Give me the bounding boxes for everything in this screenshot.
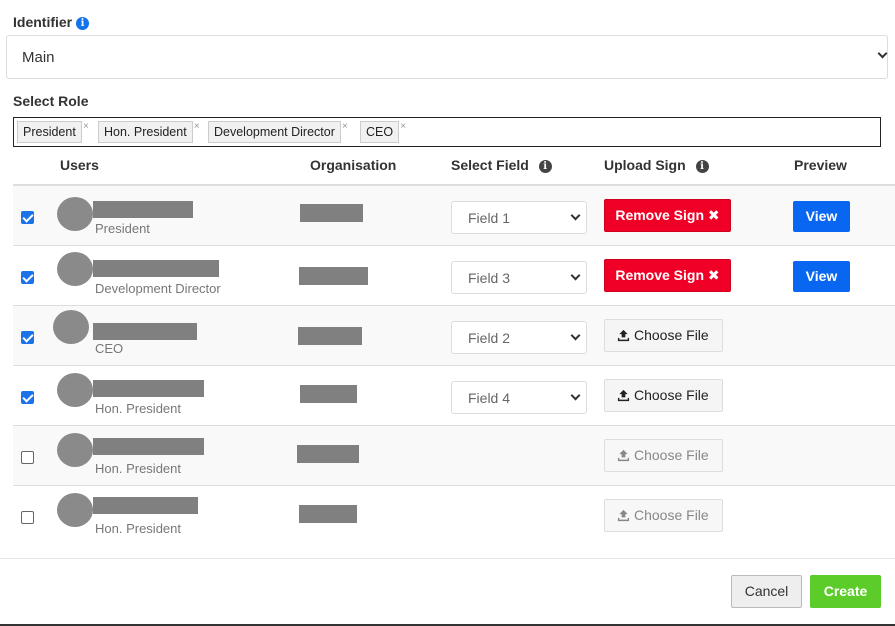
avatar	[57, 197, 93, 231]
upload-icon	[617, 449, 630, 462]
upload-icon	[617, 329, 630, 342]
header-organisation: Organisation	[310, 157, 397, 173]
role-tag[interactable]: Development Director ×	[208, 121, 348, 143]
field-select[interactable]: Field 2	[451, 321, 587, 354]
user-role: CEO	[95, 341, 124, 356]
table-row: Development Director Field 3 Remove Sign…	[13, 245, 895, 305]
create-button[interactable]: Create	[810, 575, 881, 608]
user-role: Hon. President	[95, 461, 181, 476]
user-role: Development Director	[95, 281, 221, 296]
row-checkbox[interactable]	[21, 211, 34, 224]
remove-sign-button[interactable]: Remove Sign ✖	[604, 199, 731, 232]
organisation-redacted	[299, 505, 357, 523]
upload-icon	[617, 509, 630, 522]
row-checkbox[interactable]	[21, 271, 34, 284]
chevron-down-icon	[570, 270, 581, 281]
info-icon[interactable]: i	[695, 160, 709, 173]
role-multiselect[interactable]: President × Hon. President × Development…	[13, 117, 881, 147]
cancel-button[interactable]: Cancel	[731, 575, 802, 608]
field-select[interactable]: Field 1	[451, 201, 587, 234]
user-role: Hon. President	[95, 521, 181, 536]
row-checkbox[interactable]	[21, 331, 34, 344]
user-name-redacted	[93, 497, 198, 514]
tag-remove-icon[interactable]: ×	[83, 117, 89, 137]
field-select[interactable]: Field 3	[451, 261, 587, 294]
role-tag[interactable]: CEO ×	[360, 121, 406, 143]
view-button[interactable]: View	[793, 201, 850, 232]
avatar	[57, 252, 93, 286]
table-row: CEO Field 2 Choose File	[13, 305, 895, 365]
user-name-redacted	[93, 260, 219, 277]
header-users: Users	[60, 157, 99, 173]
user-role: Hon. President	[95, 401, 181, 416]
tag-remove-icon[interactable]: ×	[342, 117, 348, 137]
close-icon: ✖	[707, 207, 720, 223]
row-checkbox[interactable]	[21, 451, 34, 464]
header-preview: Preview	[794, 157, 847, 173]
user-name-redacted	[93, 201, 193, 218]
select-role-label: Select Role	[13, 93, 89, 109]
choose-file-button[interactable]: Choose File	[604, 439, 723, 472]
chevron-down-icon	[570, 390, 581, 401]
header-select-field: Select Field i	[451, 157, 552, 173]
identifier-label: Identifier i	[13, 14, 90, 30]
identifier-select-value: Main	[22, 49, 55, 66]
organisation-redacted	[298, 327, 362, 345]
chevron-down-icon	[570, 210, 581, 221]
chevron-down-icon	[877, 48, 888, 59]
tag-remove-icon[interactable]: ×	[194, 117, 200, 137]
close-icon: ✖	[707, 267, 720, 283]
avatar	[57, 493, 93, 527]
signatory-form: Identifier i Main Select Role President …	[0, 0, 895, 626]
user-role: President	[95, 221, 150, 236]
field-select[interactable]: Field 4	[451, 381, 587, 414]
table-row: Hon. President Field 4 Choose File	[13, 365, 895, 425]
user-name-redacted	[93, 323, 197, 340]
avatar	[57, 373, 93, 407]
identifier-select[interactable]: Main	[6, 35, 888, 79]
user-name-redacted	[93, 438, 204, 455]
table-row: President Field 1 Remove Sign ✖ View	[13, 185, 895, 245]
remove-sign-button[interactable]: Remove Sign ✖	[604, 259, 731, 292]
footer-divider	[0, 558, 895, 559]
organisation-redacted	[300, 204, 363, 222]
choose-file-button[interactable]: Choose File	[604, 319, 723, 352]
organisation-redacted	[297, 445, 359, 463]
user-name-redacted	[93, 380, 204, 397]
table-row: Hon. President Choose File	[13, 425, 895, 485]
header-upload-sign: Upload Sign i	[604, 157, 709, 173]
role-tag[interactable]: Hon. President ×	[98, 121, 200, 143]
organisation-redacted	[300, 385, 357, 403]
table-row: Hon. President Choose File	[13, 485, 895, 545]
avatar	[53, 310, 89, 344]
choose-file-button[interactable]: Choose File	[604, 499, 723, 532]
chevron-down-icon	[570, 330, 581, 341]
role-tag[interactable]: President ×	[17, 121, 89, 143]
upload-icon	[617, 389, 630, 402]
row-checkbox[interactable]	[21, 391, 34, 404]
tag-remove-icon[interactable]: ×	[400, 117, 406, 137]
choose-file-button[interactable]: Choose File	[604, 379, 723, 412]
row-checkbox[interactable]	[21, 511, 34, 524]
view-button[interactable]: View	[793, 261, 850, 292]
info-icon[interactable]: i	[538, 160, 552, 173]
organisation-redacted	[299, 267, 368, 285]
info-icon[interactable]: i	[76, 17, 90, 30]
avatar	[57, 433, 93, 467]
